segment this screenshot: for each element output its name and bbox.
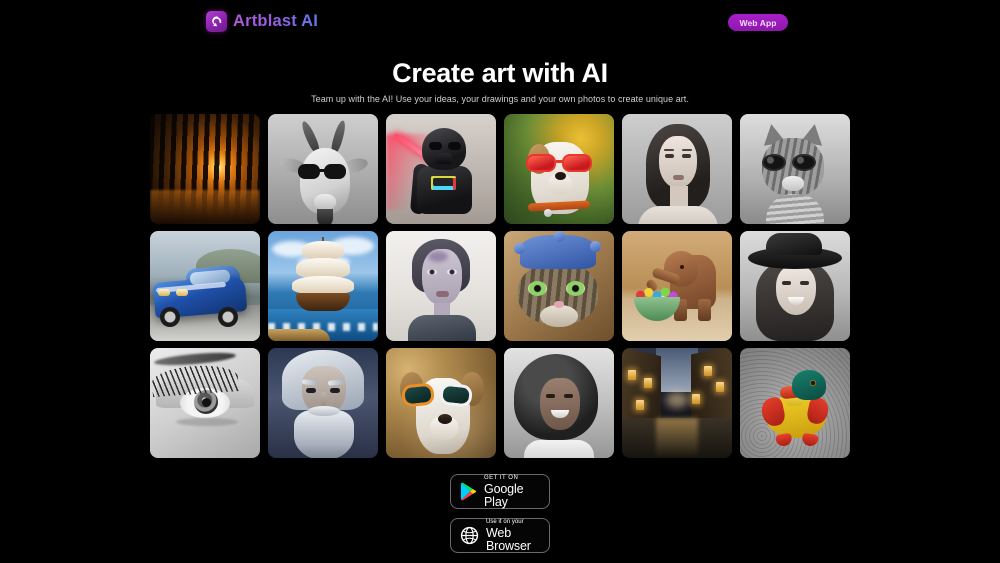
gallery-artwork <box>386 231 496 341</box>
gallery-artwork <box>504 231 614 341</box>
page-title: Create art with AI <box>392 58 608 88</box>
artwork-gallery <box>150 114 850 458</box>
gallery-tile[interactable] <box>268 231 378 341</box>
web-browser-eyebrow: Use it on your <box>486 519 524 525</box>
gallery-artwork <box>622 114 732 224</box>
gallery-tile[interactable] <box>386 231 496 341</box>
gallery-artwork <box>150 231 260 341</box>
gallery-artwork <box>386 348 496 458</box>
google-play-label: Google Play <box>484 482 524 509</box>
globe-icon <box>460 526 479 545</box>
gallery-artwork <box>622 348 732 458</box>
gallery-tile[interactable] <box>740 114 850 224</box>
hero-section: Create art with AI Team up with the AI! … <box>0 57 1000 104</box>
gallery-tile[interactable] <box>150 231 260 341</box>
gallery-artwork <box>740 231 850 341</box>
gallery-artwork <box>150 114 260 224</box>
gallery-artwork <box>268 231 378 341</box>
gallery-artwork <box>622 231 732 341</box>
landing-page: Artblast AI Web App Create art with AI T… <box>0 0 1000 563</box>
gallery-artwork <box>740 348 850 458</box>
gallery-artwork <box>504 114 614 224</box>
web-browser-badge[interactable]: Use it on your Web Browser <box>450 518 550 553</box>
gallery-tile[interactable] <box>386 348 496 458</box>
gallery-tile[interactable] <box>622 231 732 341</box>
gallery-artwork <box>268 348 378 458</box>
gallery-tile[interactable] <box>150 114 260 224</box>
gallery-tile[interactable] <box>740 231 850 341</box>
google-play-badge[interactable]: GET IT ON Google Play <box>450 474 550 509</box>
gallery-artwork <box>268 114 378 224</box>
google-play-icon <box>460 482 477 501</box>
gallery-tile[interactable] <box>150 348 260 458</box>
gallery-tile[interactable] <box>622 348 732 458</box>
gallery-tile[interactable] <box>504 348 614 458</box>
web-browser-label: Web Browser <box>486 526 531 553</box>
artblast-spiral-icon <box>206 11 227 32</box>
google-play-eyebrow: GET IT ON <box>484 475 519 481</box>
gallery-artwork <box>150 348 260 458</box>
gallery-artwork <box>386 114 496 224</box>
gallery-tile[interactable] <box>268 348 378 458</box>
gallery-tile[interactable] <box>504 231 614 341</box>
gallery-artwork <box>504 348 614 458</box>
gallery-artwork <box>740 114 850 224</box>
site-header: Artblast AI Web App <box>0 0 1000 45</box>
gallery-tile[interactable] <box>268 114 378 224</box>
brand-name: Artblast AI <box>233 12 319 30</box>
store-badges: GET IT ON Google Play Use it on your Web… <box>0 474 1000 553</box>
gallery-tile[interactable] <box>386 114 496 224</box>
gallery-tile[interactable] <box>740 348 850 458</box>
web-app-button[interactable]: Web App <box>728 14 788 31</box>
gallery-tile[interactable] <box>622 114 732 224</box>
page-subtitle: Team up with the AI! Use your ideas, you… <box>311 94 689 104</box>
gallery-tile[interactable] <box>504 114 614 224</box>
brand-logo[interactable]: Artblast AI <box>206 11 318 32</box>
